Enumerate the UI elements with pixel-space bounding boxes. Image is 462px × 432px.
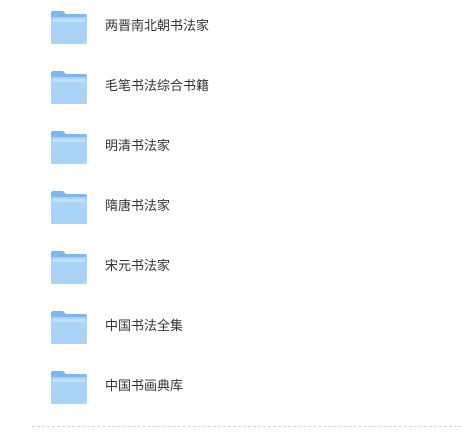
folder-item[interactable]: 两晋南北朝书法家: [0, 6, 462, 50]
folder-item[interactable]: 中国书法全集: [0, 306, 462, 350]
divider: [32, 426, 462, 427]
folder-item[interactable]: 隋唐书法家: [0, 186, 462, 230]
folder-icon: [50, 69, 88, 105]
folder-icon: [50, 129, 88, 165]
folder-name: 明清书法家: [105, 139, 171, 154]
folder-item[interactable]: 毛笔书法综合书籍: [0, 66, 462, 110]
folder-item[interactable]: 中国书画典库: [0, 366, 462, 410]
folder-name: 中国书画典库: [105, 379, 184, 394]
folder-item[interactable]: 明清书法家: [0, 126, 462, 170]
folder-name: 隋唐书法家: [105, 199, 171, 214]
folder-name: 宋元书法家: [105, 259, 171, 274]
folder-name: 两晋南北朝书法家: [105, 19, 210, 34]
folder-item[interactable]: 宋元书法家: [0, 246, 462, 290]
folder-icon: [50, 249, 88, 285]
folder-icon: [50, 309, 88, 345]
folder-name: 毛笔书法综合书籍: [105, 79, 210, 94]
folder-browser: 两晋南北朝书法家 毛笔书法综合书籍 明清书法家 隋唐书法家 宋元书法家 中国书法…: [0, 0, 462, 432]
folder-icon: [50, 9, 88, 45]
folder-icon: [50, 369, 88, 405]
folder-name: 中国书法全集: [105, 319, 184, 334]
folder-icon: [50, 189, 88, 225]
